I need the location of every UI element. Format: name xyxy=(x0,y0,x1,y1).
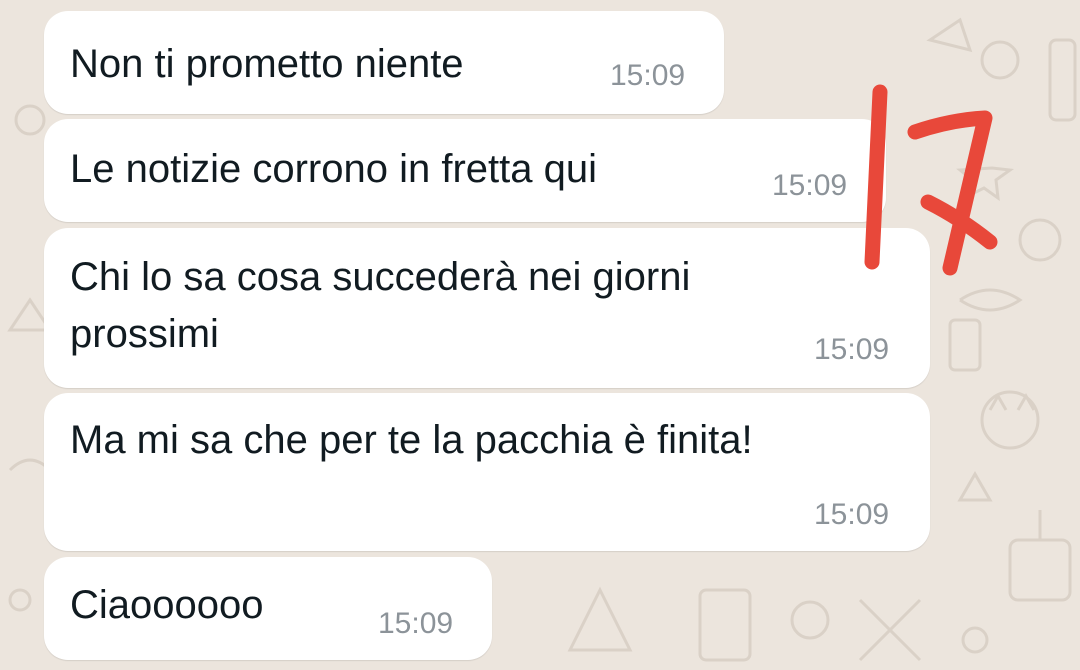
handwritten-number-annotation xyxy=(864,84,998,276)
message-text: Ma mi sa che per te la pacchia è finita! xyxy=(70,418,753,462)
message-text: Ciaoooooo xyxy=(70,583,264,627)
message-bubble[interactable]: Non ti prometto niente 15:09 xyxy=(44,11,724,114)
message-bubble[interactable]: Ciaoooooo 15:09 xyxy=(44,557,492,660)
message-text: Le notizie corrono in fretta qui xyxy=(70,147,597,191)
message-bubble[interactable]: Le notizie corrono in fretta qui 15:09 xyxy=(44,119,886,222)
bubble-tail xyxy=(66,20,86,34)
message-time: 15:09 xyxy=(772,169,848,202)
message-time: 15:09 xyxy=(378,607,454,640)
message-time: 15:09 xyxy=(814,333,890,366)
message-bubble[interactable]: Ma mi sa che per te la pacchia è finita!… xyxy=(44,393,930,551)
message-bubble[interactable]: Chi lo sa cosa succederà nei giorni pros… xyxy=(44,228,930,388)
message-time: 15:09 xyxy=(610,59,686,92)
message-text: Non ti prometto niente xyxy=(70,42,464,86)
message-time: 15:09 xyxy=(814,498,890,531)
message-text: Chi lo sa cosa succederà nei giorni pros… xyxy=(70,255,691,356)
